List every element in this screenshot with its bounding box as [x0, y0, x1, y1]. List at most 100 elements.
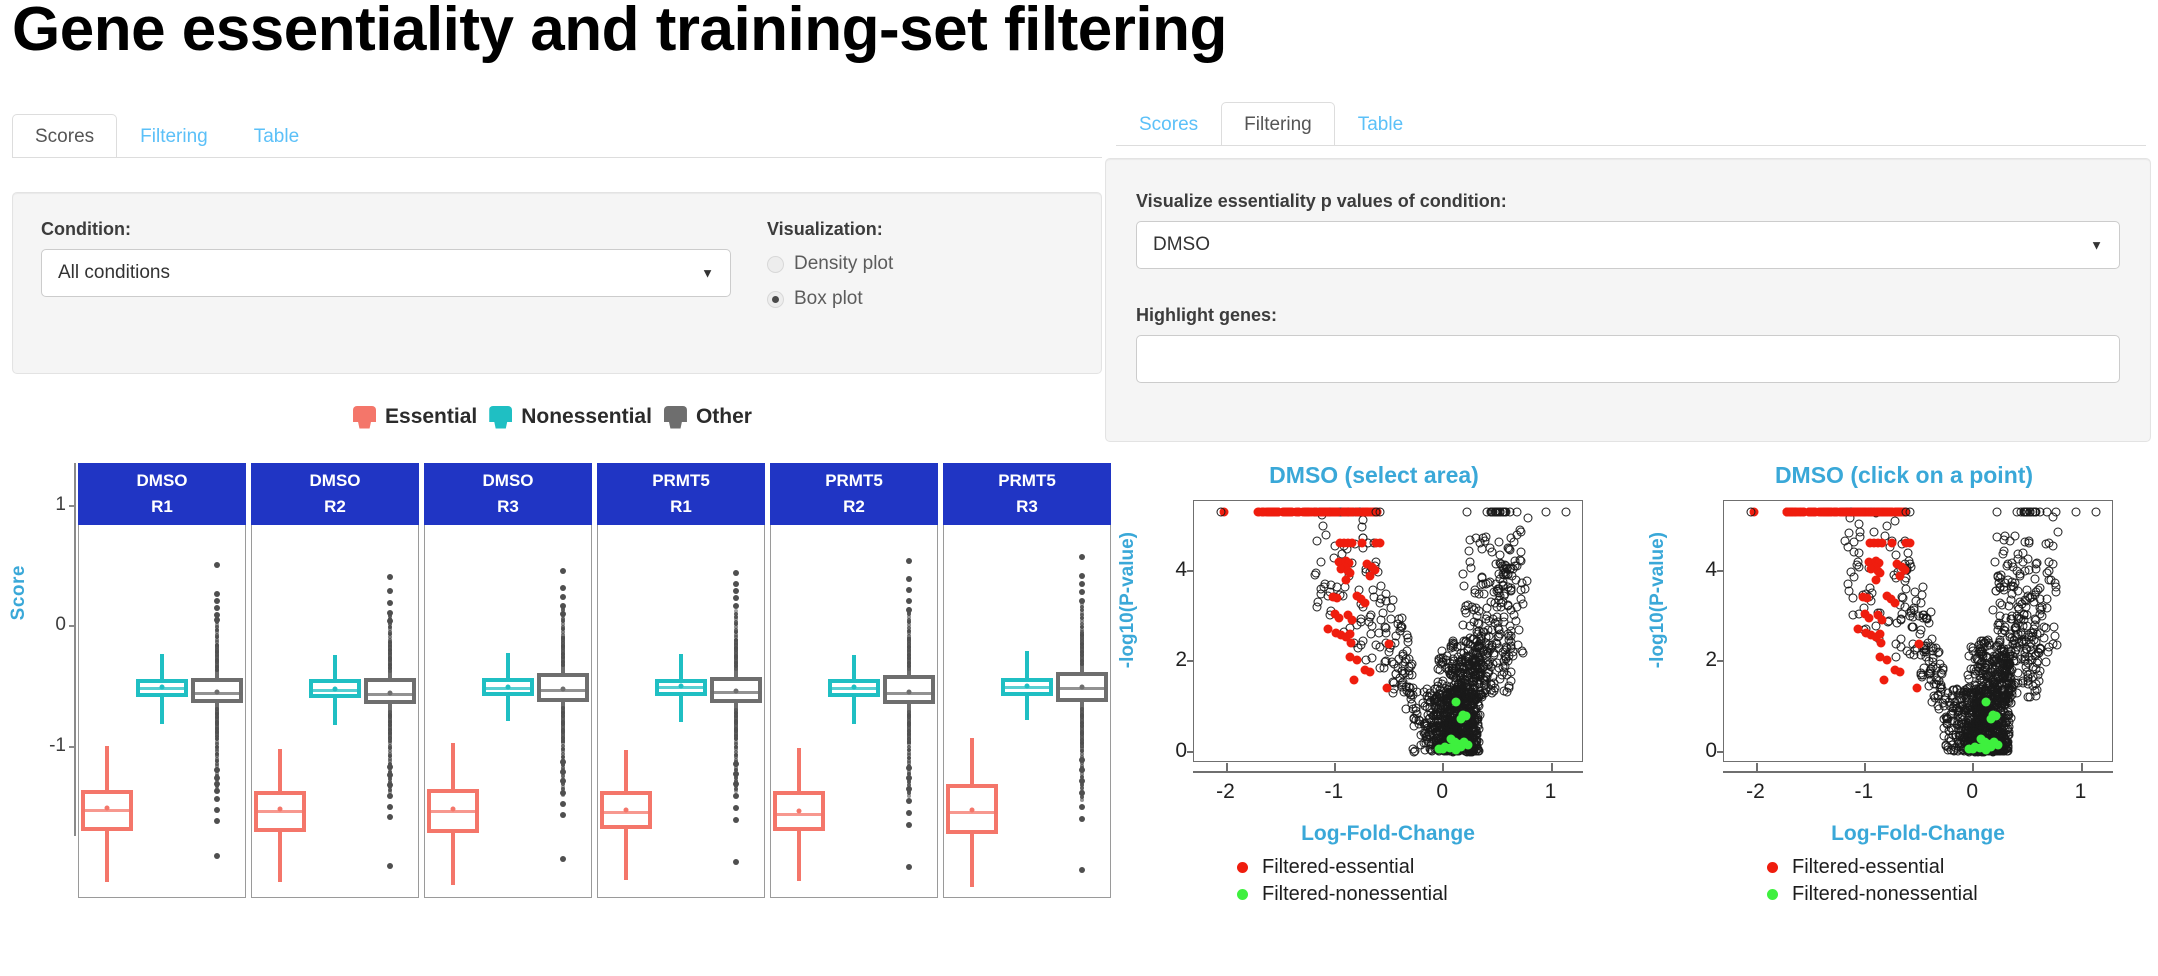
volcano-point[interactable] [1486, 597, 1496, 607]
volcano-point-filtered-essential[interactable] [1864, 613, 1874, 623]
volcano-point[interactable] [1965, 705, 1975, 715]
volcano-point-filtered-nonessential[interactable] [1981, 745, 1991, 755]
volcano-point-filtered-nonessential[interactable] [1981, 697, 1991, 707]
volcano-point[interactable] [2022, 585, 2032, 595]
volcano-point[interactable] [1917, 672, 1927, 682]
volcano-point[interactable] [1482, 611, 1492, 621]
volcano-point[interactable] [1964, 651, 1974, 661]
volcano-point[interactable] [1852, 560, 1862, 570]
volcano-point[interactable] [1746, 507, 1756, 517]
volcano-point[interactable] [1941, 712, 1951, 722]
volcano-point[interactable] [2004, 654, 2014, 664]
left-tab-scores[interactable]: Scores [12, 114, 118, 157]
volcano-point-filtered-essential[interactable] [1879, 675, 1889, 685]
volcano-point[interactable] [1495, 550, 1505, 560]
volcano-point[interactable] [1990, 557, 2000, 567]
volcano-point[interactable] [2052, 640, 2062, 650]
volcano-point[interactable] [1996, 570, 2006, 580]
volcano-point[interactable] [1449, 656, 1459, 666]
volcano-point[interactable] [1919, 647, 1929, 657]
volcano-point[interactable] [1470, 585, 1480, 595]
volcano-click-point-frame[interactable] [1723, 500, 2113, 762]
volcano-point[interactable] [2020, 566, 2030, 576]
highlight-genes-input[interactable] [1136, 335, 2120, 383]
volcano-point[interactable] [2012, 566, 2022, 576]
volcano-point[interactable] [1478, 674, 1488, 684]
volcano-point[interactable] [1506, 667, 1516, 677]
volcano-point[interactable] [2007, 589, 2017, 599]
volcano-point[interactable] [1506, 583, 1516, 593]
volcano-point[interactable] [1458, 569, 1468, 579]
volcano-point[interactable] [2042, 507, 2052, 517]
volcano-point-filtered-essential[interactable] [1876, 638, 1886, 648]
volcano-point[interactable] [1404, 654, 1414, 664]
volcano-point-filtered-essential[interactable] [1347, 538, 1357, 548]
pvalue-condition-select[interactable]: DMSO ▼ [1136, 221, 2120, 269]
volcano-plot-click-point[interactable]: DMSO (click on a point) -log10(P-value) … [1647, 462, 2153, 976]
volcano-point[interactable] [1488, 672, 1498, 682]
volcano-point[interactable] [1361, 655, 1371, 665]
volcano-point[interactable] [1988, 605, 1998, 615]
volcano-point[interactable] [2018, 548, 2028, 558]
volcano-point[interactable] [1844, 528, 1854, 538]
volcano-point[interactable] [2028, 672, 2038, 682]
volcano-point-filtered-essential[interactable] [1345, 629, 1355, 639]
volcano-point[interactable] [2030, 507, 2040, 517]
volcano-point-filtered-essential[interactable] [1349, 675, 1359, 685]
volcano-point[interactable] [2042, 568, 2052, 578]
volcano-point[interactable] [1388, 595, 1398, 605]
volcano-point-filtered-essential[interactable] [1352, 655, 1361, 665]
volcano-point[interactable] [1490, 618, 1500, 628]
volcano-point[interactable] [1503, 601, 1513, 611]
volcano-point[interactable] [1854, 548, 1864, 558]
volcano-point[interactable] [1919, 610, 1929, 620]
volcano-point[interactable] [1397, 666, 1407, 676]
volcano-point[interactable] [2050, 631, 2060, 641]
volcano-point-filtered-essential[interactable] [1914, 639, 1924, 649]
volcano-point-filtered-essential[interactable] [1375, 538, 1385, 548]
volcano-point[interactable] [2041, 539, 2051, 549]
volcano-point[interactable] [1397, 678, 1407, 688]
volcano-point[interactable] [1991, 586, 2001, 596]
volcano-point[interactable] [1375, 507, 1385, 517]
volcano-point-filtered-essential[interactable] [1868, 507, 1878, 517]
volcano-point-filtered-essential[interactable] [1341, 575, 1351, 585]
left-tab-filtering[interactable]: Filtering [117, 114, 231, 157]
volcano-point-filtered-essential[interactable] [1347, 615, 1357, 625]
volcano-point[interactable] [1425, 697, 1435, 707]
volcano-point[interactable] [1475, 538, 1485, 548]
volcano-point[interactable] [2051, 582, 2061, 592]
volcano-point[interactable] [2048, 559, 2058, 569]
volcano-point-filtered-essential[interactable] [1334, 613, 1344, 623]
volcano-point[interactable] [1522, 576, 1532, 586]
volcano-point-filtered-essential[interactable] [1790, 507, 1800, 517]
volcano-point-filtered-essential[interactable] [1895, 571, 1904, 581]
right-tab-filtering[interactable]: Filtering [1221, 102, 1335, 145]
volcano-point[interactable] [1499, 564, 1509, 574]
left-tab-table[interactable]: Table [231, 114, 322, 157]
volcano-point[interactable] [1365, 612, 1375, 622]
volcano-point[interactable] [1896, 642, 1906, 652]
volcano-point[interactable] [1890, 516, 1900, 526]
radio-density-plot[interactable]: Density plot [767, 253, 1067, 275]
volcano-point[interactable] [2021, 662, 2031, 672]
volcano-point-filtered-nonessential[interactable] [1463, 740, 1473, 750]
volcano-point[interactable] [1376, 594, 1386, 604]
volcano-point[interactable] [2013, 619, 2023, 629]
volcano-point[interactable] [1506, 676, 1516, 686]
volcano-point[interactable] [2053, 527, 2063, 537]
volcano-point[interactable] [1419, 738, 1429, 748]
volcano-point[interactable] [1376, 581, 1386, 591]
volcano-point[interactable] [1216, 507, 1226, 517]
volcano-point[interactable] [1433, 664, 1443, 674]
volcano-point[interactable] [2020, 595, 2030, 605]
volcano-point[interactable] [2035, 628, 2045, 638]
volcano-point[interactable] [1523, 513, 1533, 523]
volcano-point[interactable] [1927, 697, 1937, 707]
volcano-point[interactable] [1992, 507, 2002, 517]
volcano-point[interactable] [1944, 726, 1954, 736]
volcano-point[interactable] [1403, 633, 1413, 643]
volcano-point[interactable] [1943, 742, 1953, 752]
volcano-point[interactable] [1409, 747, 1419, 757]
volcano-point[interactable] [1891, 652, 1901, 662]
